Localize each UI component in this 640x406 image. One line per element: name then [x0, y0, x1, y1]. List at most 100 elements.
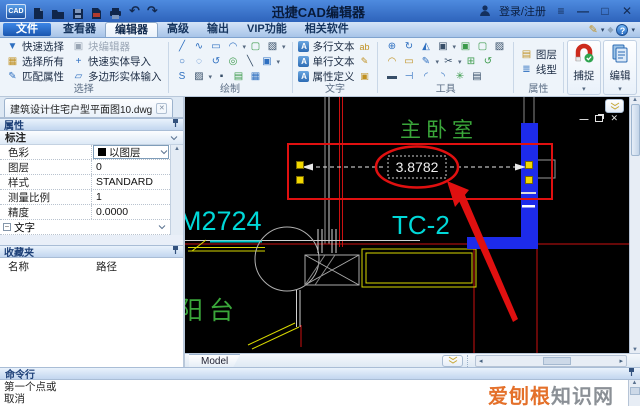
settings-icon[interactable]: ◆: [607, 25, 613, 34]
close-tab-icon[interactable]: ✕: [156, 103, 167, 114]
block-dropdown-icon[interactable]: ▾: [276, 58, 280, 66]
favorites-list[interactable]: [0, 274, 183, 367]
print-icon[interactable]: [109, 3, 122, 20]
document-tab[interactable]: 建筑设计住宅户型平面图10.dwg ✕: [4, 98, 173, 117]
spline-icon[interactable]: S: [174, 70, 189, 83]
app-logo-icon[interactable]: CAD: [6, 4, 26, 19]
command-line-header[interactable]: 命令行: [0, 367, 640, 380]
edit-button[interactable]: 编辑 ▾: [603, 40, 637, 95]
cad-drawing[interactable]: 3.8782: [185, 97, 629, 353]
text-subsection-row[interactable]: – 文字: [0, 220, 170, 235]
drawing-canvas[interactable]: 3.8782: [185, 97, 640, 353]
copy-icon[interactable]: ▣: [458, 40, 473, 53]
favorites-panel-header[interactable]: 收藏夹: [0, 245, 183, 258]
edit-text-icon[interactable]: ✎: [357, 56, 371, 67]
arc-dropdown-icon[interactable]: ▾: [242, 43, 246, 51]
pin-icon[interactable]: [172, 118, 179, 131]
mdi-restore-icon[interactable]: [595, 115, 603, 122]
scroll-down-icon[interactable]: ▼: [632, 347, 638, 353]
multiline-text-button[interactable]: A多行文本ab: [294, 39, 375, 54]
multiline-icon[interactable]: ╲: [242, 55, 257, 68]
group-icon[interactable]: ⊞: [463, 55, 478, 68]
ellipse-icon[interactable]: ◌: [191, 55, 206, 68]
property-value[interactable]: 0.0000: [92, 205, 170, 219]
property-value[interactable]: STANDARD: [92, 175, 170, 189]
select-all-button[interactable]: ▦选择所有: [2, 54, 68, 69]
draw-order-icon[interactable]: ▨: [492, 40, 507, 53]
scroll-track[interactable]: [486, 356, 617, 366]
help-icon[interactable]: ?: [616, 24, 628, 36]
canvas-horizontal-scrollbar[interactable]: ◂ ▸: [475, 355, 627, 367]
adjust-dropdown-icon[interactable]: ▾: [452, 43, 456, 51]
maximize-button[interactable]: □: [598, 4, 612, 18]
name-column-header[interactable]: 名称: [0, 259, 96, 274]
chamfer-icon[interactable]: ◝: [435, 70, 450, 83]
scrollbar-thumb[interactable]: [630, 387, 640, 395]
array-icon[interactable]: ▭: [401, 55, 416, 68]
snap-button[interactable]: 捕捉 ▾: [567, 40, 601, 95]
donut-icon[interactable]: ◎: [225, 55, 240, 68]
attribute-define-button[interactable]: A属性定义▣: [294, 69, 375, 84]
save-icon[interactable]: [72, 3, 84, 20]
tab-related[interactable]: 相关软件: [296, 22, 358, 37]
shaft-hatch[interactable]: [305, 255, 359, 285]
hatch-icon[interactable]: ▨: [191, 70, 206, 83]
undo-icon[interactable]: ↶: [129, 0, 140, 22]
mirror-icon[interactable]: ◭: [418, 40, 433, 53]
scrollbar-thumb[interactable]: [631, 104, 640, 156]
layer-button[interactable]: ▤图层: [516, 47, 561, 62]
pin-icon[interactable]: [628, 367, 635, 380]
scroll-up-icon[interactable]: ▲: [174, 146, 180, 152]
minimize-button[interactable]: —: [576, 4, 590, 18]
pen-dropdown-icon[interactable]: ▾: [601, 26, 605, 34]
pick-icon[interactable]: ✎: [418, 55, 433, 68]
dimension-section-header[interactable]: 标注: [0, 131, 183, 145]
tab-viewer[interactable]: 查看器: [54, 22, 105, 37]
singleline-text-button[interactable]: A单行文本✎: [294, 54, 375, 69]
login-link[interactable]: 登录/注册: [499, 3, 546, 19]
polyline-icon[interactable]: ∿: [191, 40, 206, 53]
quick-entity-import-button[interactable]: +快速实体导入: [68, 54, 166, 69]
edit-dropdown-icon[interactable]: ▾: [618, 85, 622, 93]
property-row-precision[interactable]: 精度 0.0000: [0, 205, 170, 220]
line-icon[interactable]: ╱: [174, 40, 189, 53]
chevron-down-icon[interactable]: [158, 221, 166, 233]
property-row-scale[interactable]: 测量比例 1: [0, 190, 170, 205]
properties-panel-header[interactable]: 属性: [0, 118, 183, 131]
mdi-close-icon[interactable]: ✕: [610, 113, 618, 124]
dimension-text[interactable]: 3.8782: [396, 159, 439, 175]
tab-editor[interactable]: 编辑器: [105, 22, 158, 37]
property-row-color[interactable]: 色彩 以图层: [0, 145, 170, 160]
linetype-button[interactable]: ≣线型: [516, 62, 561, 77]
close-button[interactable]: ✕: [620, 4, 634, 18]
room-label[interactable]: 主卧室: [400, 119, 478, 142]
scroll-up-icon[interactable]: ▲: [632, 97, 638, 103]
block-insert-icon[interactable]: ▣: [259, 55, 274, 68]
quick-select-button[interactable]: ▼快速选择: [2, 39, 68, 54]
command-line-body[interactable]: 第一个点或 取消 爱刨根知识网 ▲: [0, 380, 640, 406]
property-grid-scrollbar[interactable]: ▲: [170, 145, 183, 235]
cad-text-labels[interactable]: 主卧室 M2724 TC-2 阳台: [185, 119, 478, 325]
join-icon[interactable]: ⊣: [401, 70, 416, 83]
adjust-icon[interactable]: ▣: [435, 40, 450, 53]
chevron-down-icon[interactable]: [170, 132, 178, 144]
rotate-icon[interactable]: ↻: [401, 40, 416, 53]
property-row-layer[interactable]: 图层 0: [0, 160, 170, 175]
fillet-icon[interactable]: ◜: [418, 70, 433, 83]
match-properties-button[interactable]: ✎匹配属性: [2, 69, 68, 84]
chevron-down-icon[interactable]: [160, 146, 168, 158]
scrollbar-thumb[interactable]: [543, 357, 571, 365]
move-icon[interactable]: ⊕: [384, 40, 399, 53]
collapse-panel-button[interactable]: [605, 99, 624, 113]
collapse-icon[interactable]: –: [3, 223, 11, 231]
tab-output[interactable]: 输出: [198, 22, 238, 37]
balcony-label[interactable]: 阳台: [185, 297, 240, 325]
tab-advanced[interactable]: 高级: [158, 22, 198, 37]
blue-wall[interactable]: [467, 97, 555, 249]
tab-file[interactable]: 文件: [3, 23, 51, 36]
property-value[interactable]: 0: [92, 160, 170, 174]
help-dropdown-icon[interactable]: ▾: [631, 26, 635, 34]
database-icon[interactable]: ▤: [469, 70, 484, 83]
block-editor-button[interactable]: ▣块编辑器: [68, 39, 166, 54]
ungroup-icon[interactable]: ↺: [480, 55, 495, 68]
